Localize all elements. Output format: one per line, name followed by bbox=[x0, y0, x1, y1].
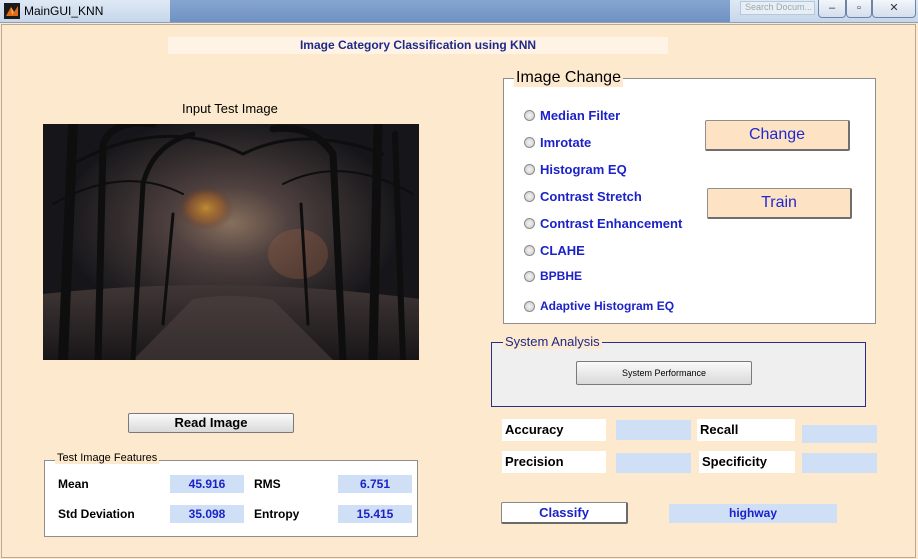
radio-button-icon[interactable] bbox=[524, 270, 535, 282]
accuracy-value bbox=[616, 420, 691, 440]
mean-label: Mean bbox=[58, 477, 89, 491]
radio-button-icon[interactable] bbox=[524, 109, 535, 121]
radio-button-icon[interactable] bbox=[524, 163, 535, 175]
radio-label: Histogram EQ bbox=[540, 161, 627, 177]
system-analysis-legend: System Analysis bbox=[503, 334, 602, 349]
accuracy-label: Accuracy bbox=[502, 419, 606, 441]
radio-bpbhe[interactable]: BPBHE bbox=[524, 267, 582, 285]
radio-median-filter[interactable]: Median Filter bbox=[524, 106, 620, 124]
classification-result: highway bbox=[669, 504, 837, 523]
radio-button-icon[interactable] bbox=[524, 300, 535, 312]
image-change-legend: Image Change bbox=[514, 69, 623, 87]
change-button[interactable]: Change bbox=[705, 120, 850, 151]
close-button[interactable]: ✕ bbox=[872, 0, 916, 18]
radio-label: Adaptive Histogram EQ bbox=[540, 299, 675, 313]
entropy-value: 15.415 bbox=[338, 505, 412, 523]
radio-label: Contrast Stretch bbox=[540, 188, 642, 204]
minimize-button[interactable]: – bbox=[818, 0, 846, 18]
rms-label: RMS bbox=[254, 477, 281, 491]
std-deviation-value: 35.098 bbox=[170, 505, 244, 523]
radio-button-icon[interactable] bbox=[524, 190, 535, 202]
radio-button-icon[interactable] bbox=[524, 136, 535, 148]
search-field[interactable]: Search Docum... bbox=[740, 1, 815, 15]
input-test-image bbox=[43, 124, 419, 360]
read-image-button[interactable]: Read Image bbox=[128, 413, 294, 433]
input-image-label: Input Test Image bbox=[182, 101, 278, 116]
recall-value bbox=[802, 425, 877, 443]
radio-contrast-enhancement[interactable]: Contrast Enhancement bbox=[524, 214, 682, 232]
radio-histogram-eq[interactable]: Histogram EQ bbox=[524, 160, 627, 178]
mean-value: 45.916 bbox=[170, 475, 244, 493]
radio-adaptive-histogram-eq[interactable]: Adaptive Histogram EQ bbox=[524, 297, 674, 315]
radio-label: Contrast Enhancement bbox=[540, 215, 683, 231]
window-title: MainGUI_KNN bbox=[24, 4, 104, 18]
test-image-features-legend: Test Image Features bbox=[55, 452, 160, 464]
radio-imrotate[interactable]: Imrotate bbox=[524, 133, 591, 151]
system-performance-button[interactable]: System Performance bbox=[576, 361, 752, 385]
recall-label: Recall bbox=[697, 419, 795, 441]
radio-button-icon[interactable] bbox=[524, 217, 535, 229]
specificity-value bbox=[802, 453, 877, 473]
rms-value: 6.751 bbox=[338, 475, 412, 493]
radio-button-icon[interactable] bbox=[524, 244, 535, 256]
radio-label: BPBHE bbox=[540, 269, 583, 283]
matlab-app-icon bbox=[4, 3, 20, 19]
std-deviation-label: Std Deviation bbox=[58, 507, 135, 521]
titlebar-background-band bbox=[170, 0, 730, 22]
radio-clahe[interactable]: CLAHE bbox=[524, 241, 585, 259]
radio-label: CLAHE bbox=[540, 242, 585, 258]
classify-button[interactable]: Classify bbox=[501, 502, 628, 524]
maximize-button[interactable]: ▫ bbox=[846, 0, 872, 18]
precision-value bbox=[616, 453, 691, 473]
test-image-features-panel bbox=[44, 460, 418, 537]
page-title: Image Category Classification using KNN bbox=[168, 37, 668, 54]
entropy-label: Entropy bbox=[254, 507, 300, 521]
radio-label: Imrotate bbox=[540, 134, 592, 150]
radio-label: Median Filter bbox=[540, 107, 621, 123]
radio-contrast-stretch[interactable]: Contrast Stretch bbox=[524, 187, 642, 205]
specificity-label: Specificity bbox=[699, 451, 795, 473]
train-button[interactable]: Train bbox=[707, 188, 852, 219]
precision-label: Precision bbox=[502, 451, 606, 473]
